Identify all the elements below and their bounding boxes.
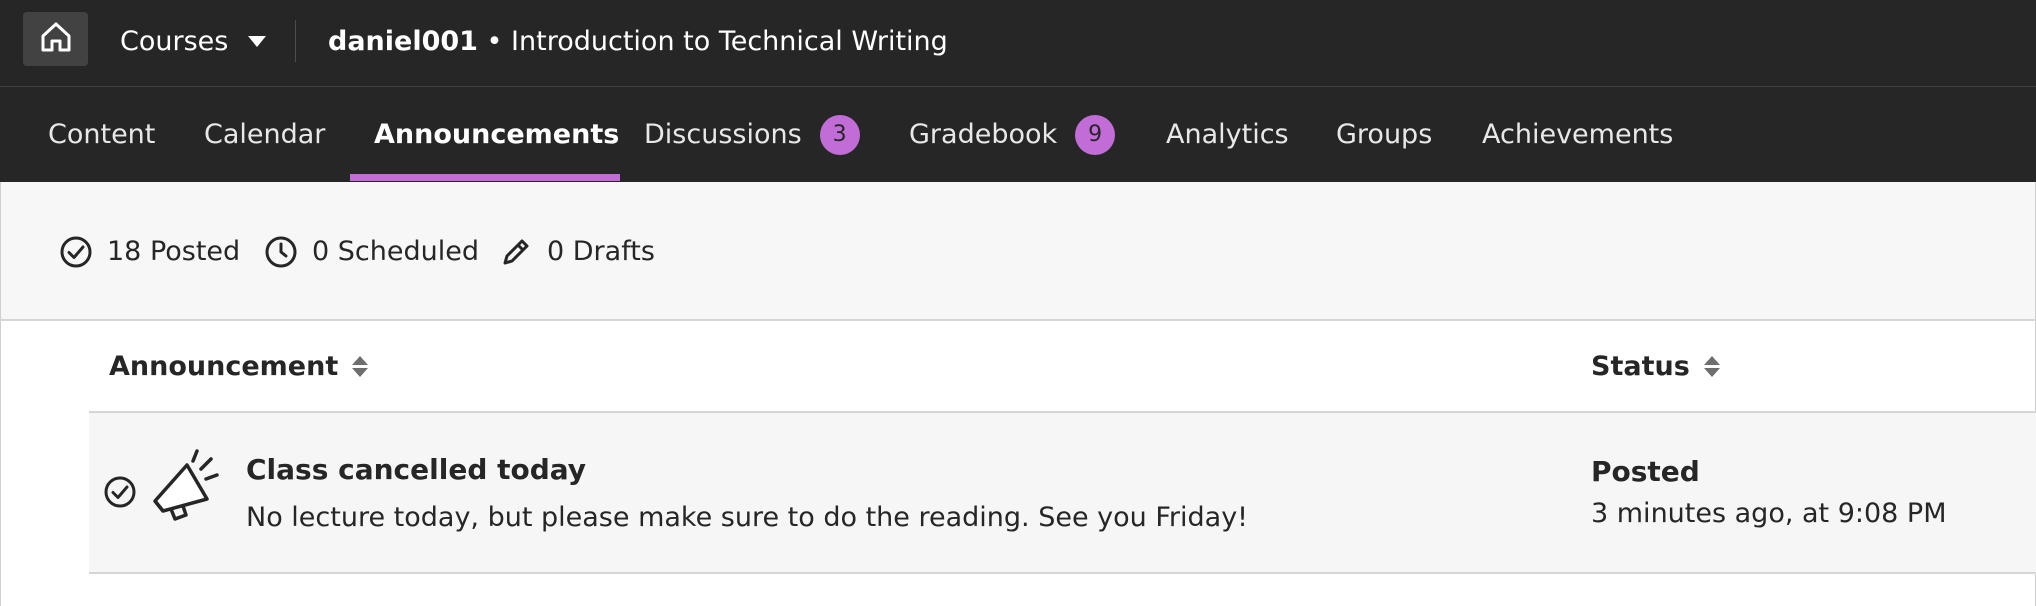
tab-label: Analytics xyxy=(1166,119,1289,150)
tab-label: Content xyxy=(48,119,156,150)
gradebook-count-badge: 9 xyxy=(1075,114,1116,155)
status-column-header[interactable]: Status xyxy=(1591,321,1720,411)
check-circle-icon xyxy=(103,475,137,513)
announcement-column-header[interactable]: Announcement xyxy=(109,321,369,411)
tab-content[interactable]: Content xyxy=(48,87,155,182)
drafts-filter[interactable]: 0 Drafts xyxy=(499,182,655,321)
tab-calendar[interactable]: Calendar xyxy=(204,87,325,182)
tab-discussions[interactable]: Discussions 3 xyxy=(644,87,860,182)
courses-menu[interactable]: Courses xyxy=(120,0,267,83)
top-bar: Courses daniel001 • Introduction to Tech… xyxy=(0,0,2036,87)
courses-label: Courses xyxy=(120,26,229,57)
chevron-down-icon xyxy=(248,36,267,47)
course-name: Introduction to Technical Writing xyxy=(511,26,948,57)
tab-groups[interactable]: Groups xyxy=(1336,87,1432,182)
clock-icon xyxy=(264,235,298,269)
course-separator: • xyxy=(477,26,512,57)
tab-label: Groups xyxy=(1336,119,1433,150)
status-time: 3 minutes ago, at 9:08 PM xyxy=(1591,498,1947,529)
tab-label: Announcements xyxy=(374,119,620,150)
active-tab-indicator xyxy=(350,174,620,181)
tab-label: Discussions xyxy=(644,119,802,150)
tab-analytics[interactable]: Analytics xyxy=(1166,87,1289,182)
megaphone-icon xyxy=(149,449,229,533)
home-icon xyxy=(39,20,73,58)
scheduled-count: 0 Scheduled xyxy=(312,236,479,267)
posted-count: 18 Posted xyxy=(107,236,241,267)
announcement-summary: 18 Posted 0 Scheduled 0 Drafts xyxy=(0,182,2036,321)
table-row[interactable]: Class cancelled today No lecture today, … xyxy=(89,411,2036,574)
column-label: Announcement xyxy=(109,350,339,382)
pencil-icon xyxy=(499,235,533,269)
announcement-body: No lecture today, but please make sure t… xyxy=(246,502,1248,533)
announcement-title[interactable]: Class cancelled today xyxy=(246,453,586,486)
tab-announcements[interactable]: Announcements xyxy=(374,87,619,182)
sort-icon xyxy=(352,355,369,377)
check-circle-icon xyxy=(59,235,93,269)
course-nav: Content Calendar Announcements Discussio… xyxy=(0,87,2036,182)
tab-label: Achievements xyxy=(1482,119,1674,150)
tab-label: Calendar xyxy=(204,119,326,150)
status-label: Posted xyxy=(1591,455,1700,488)
announcements-table: Announcement Status Class cancelled toda… xyxy=(0,321,2036,606)
course-user: daniel001 xyxy=(328,26,478,57)
discussions-count-badge: 3 xyxy=(819,114,860,155)
tab-label: Gradebook xyxy=(909,119,1058,150)
drafts-count: 0 Drafts xyxy=(547,236,655,267)
tab-gradebook[interactable]: Gradebook 9 xyxy=(909,87,1116,182)
posted-filter[interactable]: 18 Posted xyxy=(59,182,240,321)
tab-achievements[interactable]: Achievements xyxy=(1482,87,1673,182)
course-title: daniel001 • Introduction to Technical Wr… xyxy=(328,0,948,83)
divider xyxy=(295,20,296,62)
sort-icon xyxy=(1703,355,1720,377)
home-button[interactable] xyxy=(23,12,88,66)
column-label: Status xyxy=(1591,350,1690,382)
scheduled-filter[interactable]: 0 Scheduled xyxy=(264,182,479,321)
